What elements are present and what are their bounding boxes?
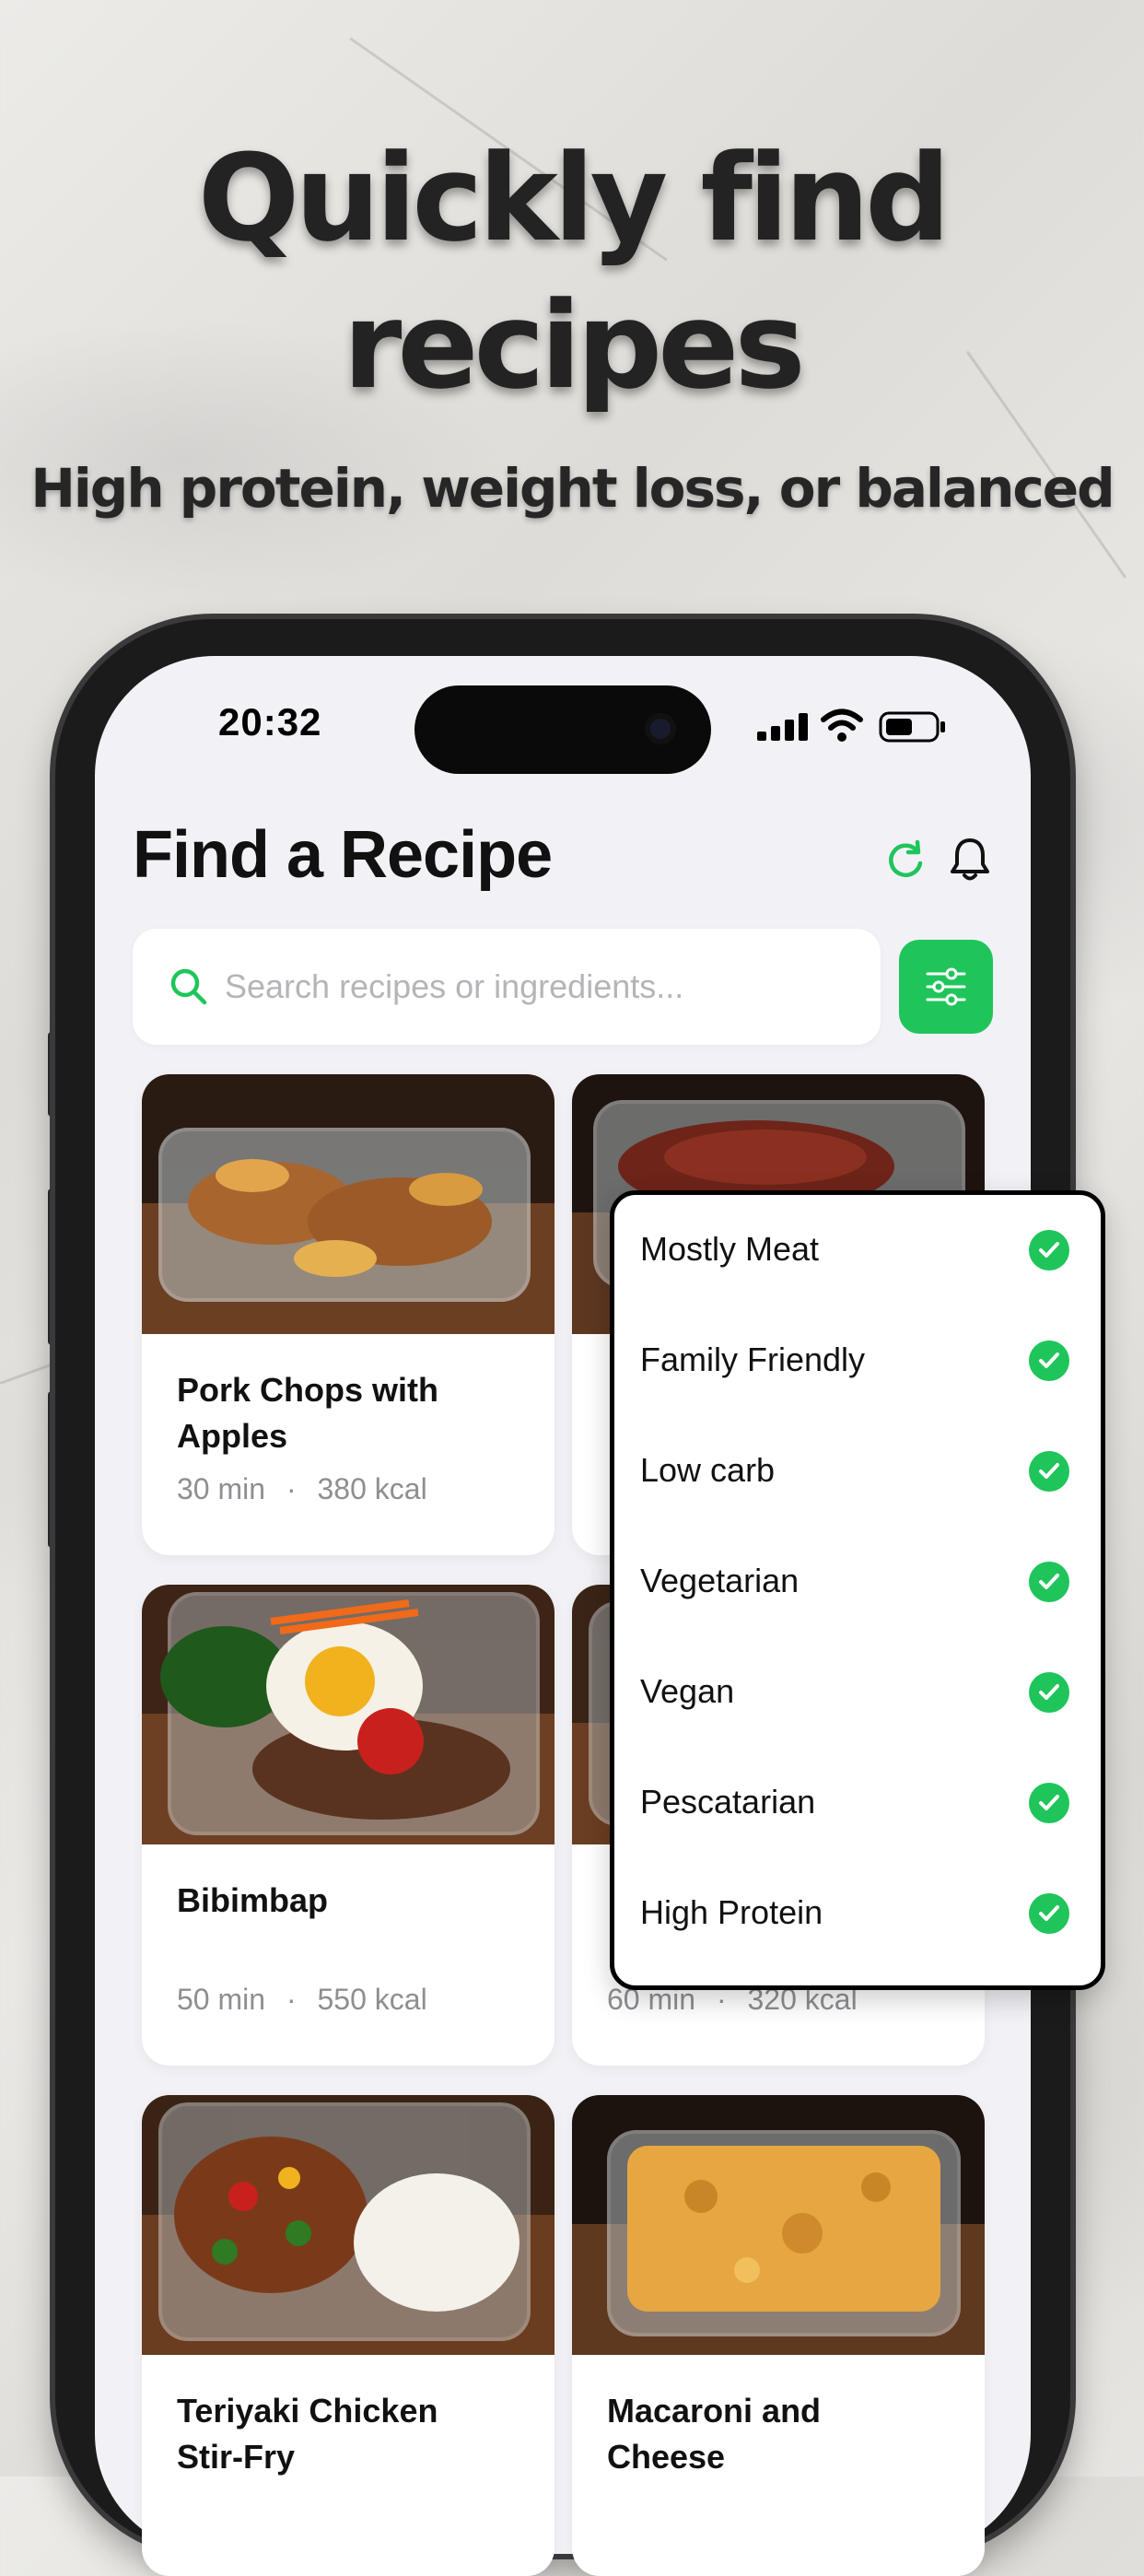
filter-option[interactable]: Low carb: [614, 1416, 1101, 1527]
check-icon[interactable]: [1029, 1341, 1069, 1381]
check-icon[interactable]: [1029, 1893, 1069, 1934]
recipe-meta: 50 min · 550 kcal: [177, 1983, 427, 2017]
filter-button[interactable]: [899, 940, 993, 1034]
recipe-title: Macaroni and Cheese: [607, 2392, 822, 2476]
search-icon: [170, 968, 207, 1005]
filter-option[interactable]: Vegetarian: [614, 1527, 1101, 1637]
recipe-image-pork-chops: [142, 1074, 554, 1334]
recipe-card[interactable]: Bibimbap 50 min · 550 kcal: [142, 1585, 554, 2066]
recipe-title: Pork Chops with Apples: [177, 1371, 439, 1455]
refresh-icon[interactable]: [884, 838, 927, 881]
recipe-image-bibimbap: [142, 1585, 554, 1844]
filter-option[interactable]: Pescatarian: [614, 1748, 1101, 1858]
recipe-image-mac-and-cheese: [572, 2095, 985, 2355]
recipe-time: 50 min: [177, 1983, 266, 2016]
filter-option[interactable]: Vegan: [614, 1637, 1101, 1748]
filter-option-label: High Protein: [640, 1893, 823, 1931]
headline-line-1: Quickly find: [197, 128, 951, 268]
check-icon[interactable]: [1029, 1562, 1069, 1602]
meta-separator: ·: [286, 1983, 297, 2016]
search-input[interactable]: Search recipes or ingredients...: [133, 929, 881, 1045]
check-icon[interactable]: [1029, 1783, 1069, 1823]
filter-option[interactable]: Mostly Meat: [614, 1195, 1101, 1306]
check-icon[interactable]: [1029, 1672, 1069, 1713]
cellular-signal-icon: [757, 713, 808, 741]
recipe-card[interactable]: Macaroni and Cheese: [572, 2095, 985, 2576]
filter-dropdown: Mostly Meat Family Friendly Low carb Veg…: [610, 1190, 1105, 1990]
camera-icon: [645, 713, 676, 744]
recipe-time: 30 min: [177, 1472, 266, 1505]
promo-subheadline: High protein, weight loss, or balanced: [30, 457, 1115, 520]
headline-line-2: recipes: [343, 275, 806, 416]
filter-option[interactable]: High Protein: [614, 1858, 1101, 1969]
filter-option-label: Vegetarian: [640, 1562, 800, 1599]
recipe-kcal: 550 kcal: [317, 1983, 427, 2016]
recipe-card[interactable]: Pork Chops with Apples 30 min · 380 kcal: [142, 1074, 554, 1555]
recipe-meta: 30 min · 380 kcal: [177, 1472, 427, 1506]
filter-option-label: Vegan: [640, 1672, 735, 1710]
recipe-kcal: 380 kcal: [317, 1472, 427, 1505]
bell-icon[interactable]: [947, 835, 993, 883]
promo-headline: Quickly find recipes: [0, 124, 1144, 419]
sliders-icon: [926, 967, 966, 1006]
check-icon[interactable]: [1029, 1451, 1069, 1492]
recipe-title: Bibimbap: [177, 1881, 329, 1919]
search-placeholder: Search recipes or ingredients...: [225, 967, 684, 1005]
filter-option-label: Pescatarian: [640, 1783, 816, 1821]
wifi-icon: [821, 708, 863, 742]
filter-option-label: Low carb: [640, 1451, 776, 1489]
page-title: Find a Recipe: [133, 818, 553, 892]
battery-icon: [879, 711, 945, 743]
filter-option-label: Family Friendly: [640, 1341, 866, 1378]
recipe-image-teriyaki: [142, 2095, 554, 2355]
recipe-card[interactable]: Teriyaki Chicken Stir-Fry: [142, 2095, 554, 2576]
status-time: 20:32: [218, 700, 322, 744]
check-icon[interactable]: [1029, 1230, 1069, 1270]
filter-option[interactable]: Family Friendly: [614, 1306, 1101, 1416]
recipe-title: Teriyaki Chicken Stir-Fry: [177, 2392, 438, 2476]
filter-option-label: Mostly Meat: [640, 1230, 820, 1268]
meta-separator: ·: [286, 1472, 297, 1505]
